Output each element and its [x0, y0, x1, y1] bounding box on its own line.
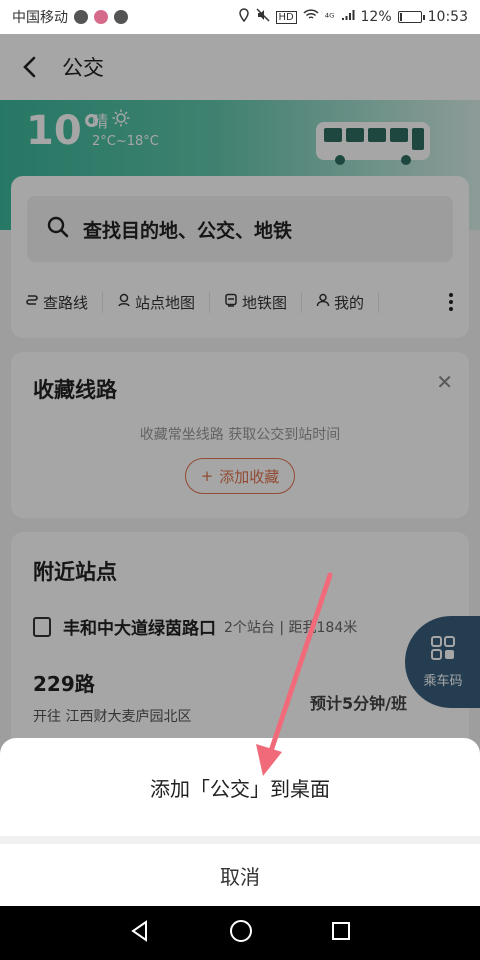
battery-percent: 12%	[360, 9, 392, 25]
signal-icon	[341, 9, 355, 25]
clock: 10:53	[427, 9, 468, 25]
sheet-divider	[0, 836, 480, 844]
status-left: 中国移动	[12, 7, 128, 27]
add-to-desktop-button[interactable]: 添加「公交」到桌面	[0, 738, 480, 836]
battery-icon	[397, 11, 425, 23]
bottom-sheet: 添加「公交」到桌面 取消	[0, 738, 480, 906]
status-bar: 中国移动 HD ⁴ᴳ 12% 10:53	[0, 0, 480, 34]
message-icon	[114, 10, 128, 24]
location-icon	[238, 8, 250, 26]
nav-home-icon[interactable]	[229, 919, 253, 947]
hd-icon: HD	[275, 10, 297, 24]
app-notification-icon	[94, 10, 108, 24]
status-right: HD ⁴ᴳ 12% 10:53	[238, 8, 468, 26]
nav-back-icon[interactable]	[129, 920, 151, 946]
mute-icon	[255, 8, 270, 26]
wechat-icon	[74, 10, 88, 24]
signal-label: ⁴ᴳ	[324, 10, 335, 24]
battery-level	[399, 13, 402, 21]
nav-recents-icon[interactable]	[331, 921, 351, 945]
system-nav-bar	[0, 906, 480, 960]
wifi-icon	[303, 9, 319, 25]
carrier-name: 中国移动	[12, 10, 68, 26]
cancel-button[interactable]: 取消	[0, 844, 480, 906]
